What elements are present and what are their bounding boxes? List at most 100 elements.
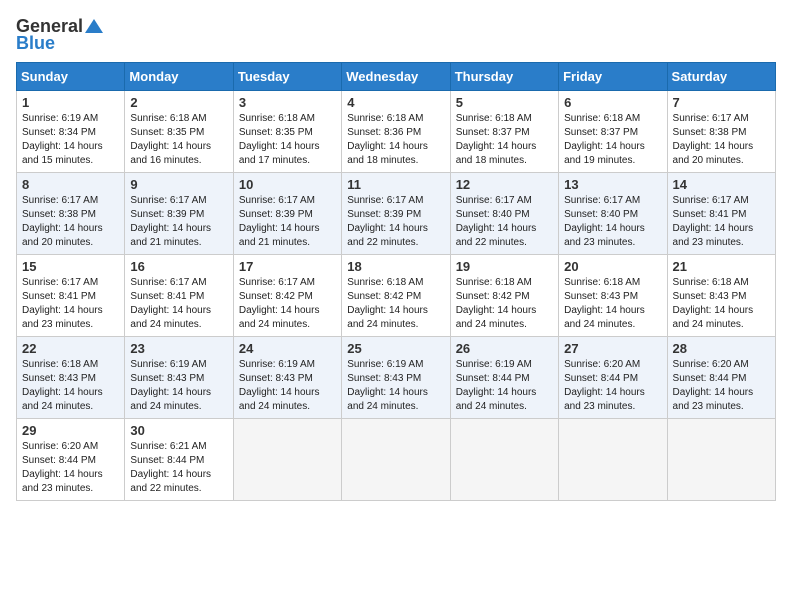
cell-info: Sunrise: 6:18 AMSunset: 8:37 PMDaylight:… [564, 112, 661, 168]
cell-info: Sunrise: 6:18 AMSunset: 8:42 PMDaylight:… [456, 276, 553, 332]
calendar-cell: 23 Sunrise: 6:19 AMSunset: 8:43 PMDayligh… [125, 337, 233, 419]
cell-info: Sunrise: 6:18 AMSunset: 8:43 PMDaylight:… [564, 276, 661, 332]
calendar-cell: 15Sunrise: 6:17 AMSunset: 8:41 PMDayligh… [17, 255, 125, 337]
cell-info: Sunrise: 6:18 AMSunset: 8:42 PMDaylight:… [347, 276, 444, 332]
calendar-week-row: 1 Sunrise: 6:19 AMSunset: 8:34 PMDaylight… [17, 91, 776, 173]
cell-info: Sunrise: 6:17 AMSunset: 8:41 PMDaylight:… [130, 276, 227, 332]
day-number: 13 [564, 177, 661, 192]
cell-info: Sunrise: 6:18 AMSunset: 8:43 PMDaylight:… [673, 276, 770, 332]
cell-info: Sunrise: 6:18 AMSunset: 8:35 PMDaylight:… [239, 112, 336, 168]
page-header: General Blue [16, 16, 776, 54]
weekday-header-friday: Friday [559, 63, 667, 91]
day-number: 5 [456, 95, 553, 110]
calendar-cell: 18 Sunrise: 6:18 AMSunset: 8:42 PMDayligh… [342, 255, 450, 337]
cell-info: Sunrise: 6:17 AMSunset: 8:38 PMDaylight:… [673, 112, 770, 168]
cell-info: Sunrise: 6:17 AMSunset: 8:39 PMDaylight:… [347, 194, 444, 250]
day-number: 1 [22, 95, 119, 110]
calendar-cell: 14 Sunrise: 6:17 AMSunset: 8:41 PMDayligh… [667, 173, 775, 255]
calendar-cell [559, 419, 667, 501]
calendar-cell: 10Sunrise: 6:17 AMSunset: 8:39 PMDayligh… [233, 173, 341, 255]
day-number: 29 [22, 423, 119, 438]
weekday-header-wednesday: Wednesday [342, 63, 450, 91]
day-number: 17 [239, 259, 336, 274]
cell-info: Sunrise: 6:20 AMSunset: 8:44 PMDaylight:… [564, 358, 661, 414]
calendar-cell: 11Sunrise: 6:17 AMSunset: 8:39 PMDayligh… [342, 173, 450, 255]
calendar-table: SundayMondayTuesdayWednesdayThursdayFrid… [16, 62, 776, 501]
cell-info: Sunrise: 6:18 AMSunset: 8:36 PMDaylight:… [347, 112, 444, 168]
calendar-cell: 6 Sunrise: 6:18 AMSunset: 8:37 PMDaylight… [559, 91, 667, 173]
cell-info: Sunrise: 6:19 AMSunset: 8:43 PMDaylight:… [347, 358, 444, 414]
cell-info: Sunrise: 6:19 AMSunset: 8:43 PMDaylight:… [130, 358, 227, 414]
day-number: 2 [130, 95, 227, 110]
calendar-cell: 1 Sunrise: 6:19 AMSunset: 8:34 PMDaylight… [17, 91, 125, 173]
calendar-week-row: 8 Sunrise: 6:17 AMSunset: 8:38 PMDaylight… [17, 173, 776, 255]
calendar-cell: 7 Sunrise: 6:17 AMSunset: 8:38 PMDaylight… [667, 91, 775, 173]
calendar-cell: 8 Sunrise: 6:17 AMSunset: 8:38 PMDaylight… [17, 173, 125, 255]
calendar-cell: 26 Sunrise: 6:19 AMSunset: 8:44 PMDayligh… [450, 337, 558, 419]
day-number: 14 [673, 177, 770, 192]
calendar-cell: 17 Sunrise: 6:17 AMSunset: 8:42 PMDayligh… [233, 255, 341, 337]
cell-info: Sunrise: 6:18 AMSunset: 8:35 PMDaylight:… [130, 112, 227, 168]
calendar-cell: 25 Sunrise: 6:19 AMSunset: 8:43 PMDayligh… [342, 337, 450, 419]
logo: General Blue [16, 16, 103, 54]
day-number: 22 [22, 341, 119, 356]
day-number: 30 [130, 423, 227, 438]
day-number: 9 [130, 177, 227, 192]
cell-info: Sunrise: 6:17 AMSunset: 8:42 PMDaylight:… [239, 276, 336, 332]
day-number: 3 [239, 95, 336, 110]
day-number: 16 [130, 259, 227, 274]
calendar-cell: 3 Sunrise: 6:18 AMSunset: 8:35 PMDaylight… [233, 91, 341, 173]
cell-info: Sunrise: 6:17 AMSunset: 8:40 PMDaylight:… [564, 194, 661, 250]
cell-info: Sunrise: 6:17 AMSunset: 8:41 PMDaylight:… [673, 194, 770, 250]
day-number: 25 [347, 341, 444, 356]
calendar-cell: 4 Sunrise: 6:18 AMSunset: 8:36 PMDaylight… [342, 91, 450, 173]
calendar-cell: 29 Sunrise: 6:20 AMSunset: 8:44 PMDayligh… [17, 419, 125, 501]
calendar-cell [667, 419, 775, 501]
day-number: 4 [347, 95, 444, 110]
cell-info: Sunrise: 6:21 AMSunset: 8:44 PMDaylight:… [130, 440, 227, 496]
day-number: 15 [22, 259, 119, 274]
calendar-cell: 13 Sunrise: 6:17 AMSunset: 8:40 PMDayligh… [559, 173, 667, 255]
calendar-cell: 2 Sunrise: 6:18 AMSunset: 8:35 PMDaylight… [125, 91, 233, 173]
calendar-cell: 5Sunrise: 6:18 AMSunset: 8:37 PMDaylight… [450, 91, 558, 173]
calendar-cell [450, 419, 558, 501]
cell-info: Sunrise: 6:19 AMSunset: 8:43 PMDaylight:… [239, 358, 336, 414]
day-number: 28 [673, 341, 770, 356]
day-number: 19 [456, 259, 553, 274]
day-number: 27 [564, 341, 661, 356]
day-number: 23 [130, 341, 227, 356]
calendar-cell: 20Sunrise: 6:18 AMSunset: 8:43 PMDayligh… [559, 255, 667, 337]
calendar-cell [342, 419, 450, 501]
cell-info: Sunrise: 6:17 AMSunset: 8:38 PMDaylight:… [22, 194, 119, 250]
cell-info: Sunrise: 6:19 AMSunset: 8:34 PMDaylight:… [22, 112, 119, 168]
day-number: 26 [456, 341, 553, 356]
calendar-cell: 30 Sunrise: 6:21 AMSunset: 8:44 PMDayligh… [125, 419, 233, 501]
weekday-header-saturday: Saturday [667, 63, 775, 91]
cell-info: Sunrise: 6:20 AMSunset: 8:44 PMDaylight:… [673, 358, 770, 414]
day-number: 7 [673, 95, 770, 110]
cell-info: Sunrise: 6:17 AMSunset: 8:39 PMDaylight:… [130, 194, 227, 250]
calendar-week-row: 29 Sunrise: 6:20 AMSunset: 8:44 PMDayligh… [17, 419, 776, 501]
calendar-cell: 28 Sunrise: 6:20 AMSunset: 8:44 PMDayligh… [667, 337, 775, 419]
calendar-cell: 9 Sunrise: 6:17 AMSunset: 8:39 PMDaylight… [125, 173, 233, 255]
cell-info: Sunrise: 6:19 AMSunset: 8:44 PMDaylight:… [456, 358, 553, 414]
day-number: 8 [22, 177, 119, 192]
cell-info: Sunrise: 6:20 AMSunset: 8:44 PMDaylight:… [22, 440, 119, 496]
cell-info: Sunrise: 6:17 AMSunset: 8:40 PMDaylight:… [456, 194, 553, 250]
calendar-cell: 16 Sunrise: 6:17 AMSunset: 8:41 PMDayligh… [125, 255, 233, 337]
calendar-week-row: 15 Sunrise: 6:17 AMSunset: 8:41 PMDayligh… [17, 255, 776, 337]
calendar-cell: 21 Sunrise: 6:18 AMSunset: 8:43 PMDayligh… [667, 255, 775, 337]
calendar-cell: 19 Sunrise: 6:18 AMSunset: 8:42 PMDayligh… [450, 255, 558, 337]
weekday-header-monday: Monday [125, 63, 233, 91]
day-number: 6 [564, 95, 661, 110]
calendar-cell: 22 Sunrise: 6:18 AMSunset: 8:43 PMDayligh… [17, 337, 125, 419]
day-number: 18 [347, 259, 444, 274]
day-number: 12 [456, 177, 553, 192]
weekday-header-tuesday: Tuesday [233, 63, 341, 91]
weekday-header-sunday: Sunday [17, 63, 125, 91]
day-number: 24 [239, 341, 336, 356]
day-number: 21 [673, 259, 770, 274]
cell-info: Sunrise: 6:18 AMSunset: 8:43 PMDaylight:… [22, 358, 119, 414]
day-number: 10 [239, 177, 336, 192]
calendar-header-row: SundayMondayTuesdayWednesdayThursdayFrid… [17, 63, 776, 91]
